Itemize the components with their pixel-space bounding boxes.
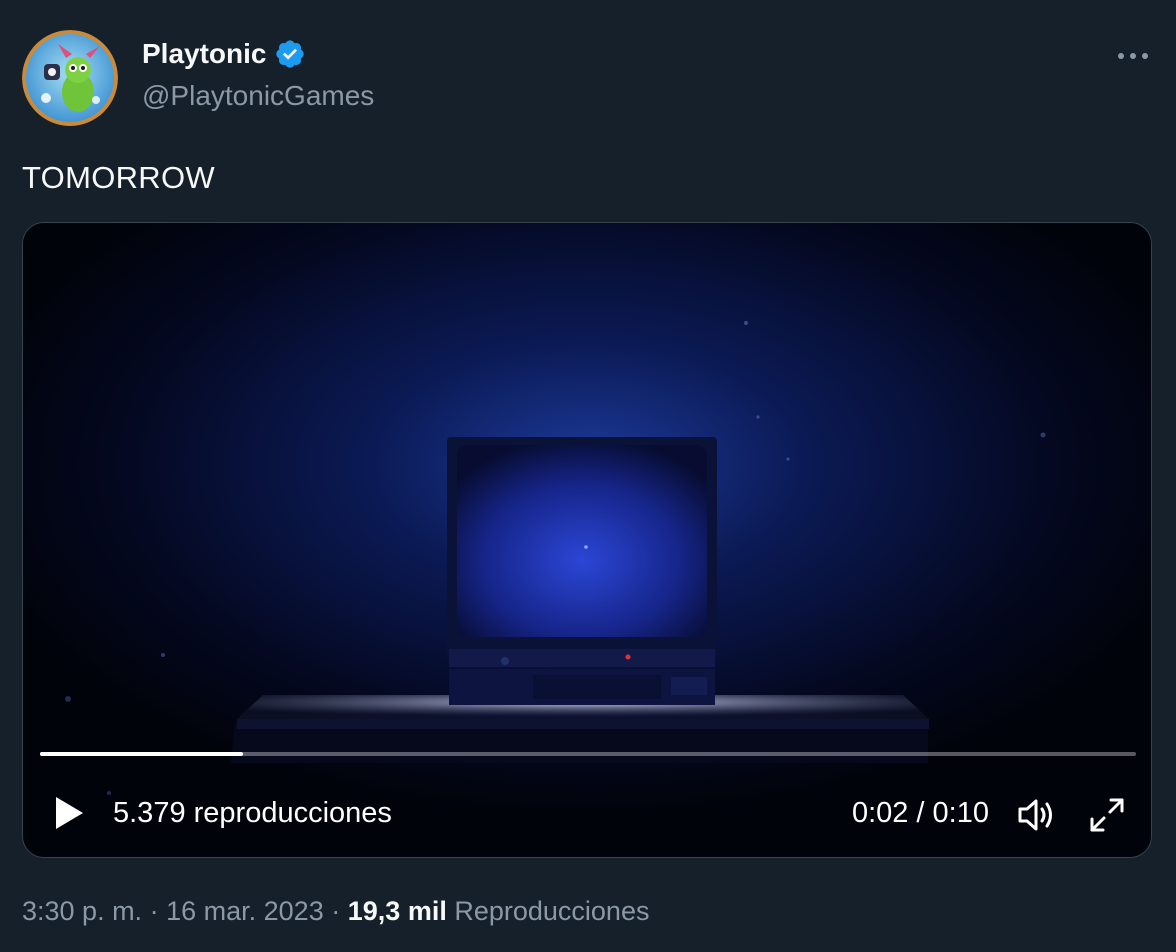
volume-icon: [1018, 799, 1052, 831]
name-row: Playtonic: [142, 38, 306, 70]
play-button[interactable]: [49, 793, 89, 833]
tweet: Playtonic @PlaytonicGames TOMORROW 5.379…: [0, 0, 1176, 952]
fullscreen-icon: [1090, 798, 1124, 832]
verified-badge-icon[interactable]: [274, 38, 306, 70]
more-options-button[interactable]: [1116, 44, 1150, 68]
tweet-timestamp[interactable]: 3:30 p. m. · 16 mar. 2023: [22, 896, 324, 926]
tweet-date: 16 mar. 2023: [166, 896, 324, 926]
avatar[interactable]: [22, 30, 118, 126]
video-views-label: 5.379 reproducciones: [113, 797, 392, 829]
more-horizontal-icon: [1118, 53, 1148, 59]
volume-button[interactable]: [1015, 795, 1057, 835]
tweet-time: 3:30 p. m.: [22, 896, 143, 926]
display-name[interactable]: Playtonic: [142, 38, 266, 70]
video-frame: [23, 223, 1151, 857]
meta-separator: ·: [331, 896, 341, 926]
tweet-meta: 3:30 p. m. · 16 mar. 2023 · 19,3 mil Rep…: [22, 896, 649, 927]
views-count: 19,3 mil: [347, 896, 447, 926]
video-player[interactable]: 5.379 reproducciones 0:02 / 0:10: [22, 222, 1152, 858]
meta-separator: ·: [149, 896, 159, 926]
progress-fill: [40, 752, 243, 756]
play-icon: [56, 797, 83, 829]
tweet-views[interactable]: 19,3 mil Reproducciones: [348, 896, 650, 926]
handle[interactable]: @PlaytonicGames: [142, 80, 374, 112]
views-label: Reproducciones: [454, 896, 650, 926]
video-time-label: 0:02 / 0:10: [851, 797, 989, 829]
progress-bar[interactable]: [40, 752, 1136, 756]
tweet-text: TOMORROW: [22, 160, 215, 195]
fullscreen-button[interactable]: [1087, 795, 1127, 835]
